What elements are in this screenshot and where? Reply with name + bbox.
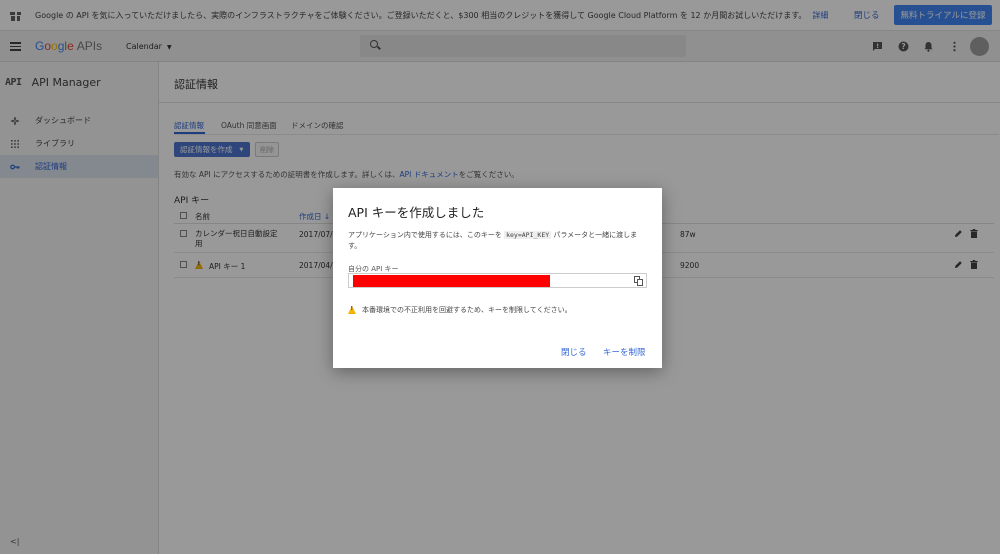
dialog-desc-code: key=API_KEY	[504, 231, 552, 239]
close-button[interactable]: 閉じる	[561, 346, 587, 358]
dialog-title: API キーを作成しました	[348, 205, 485, 220]
dialog-desc-before: アプリケーション内で使用するには、このキーを	[348, 231, 505, 239]
redacted-api-key	[353, 275, 550, 287]
api-key-created-dialog: API キーを作成しました アプリケーション内で使用するには、このキーを key…	[333, 188, 662, 368]
restrict-key-button[interactable]: キーを制限	[603, 346, 646, 358]
api-key-field[interactable]	[348, 273, 647, 288]
dialog-warning-text: 本番環境での不正利用を回避するため、キーを制限してください。	[362, 306, 572, 314]
warning-icon	[348, 306, 356, 314]
copy-icon[interactable]	[634, 276, 643, 286]
dialog-description: アプリケーション内で使用するには、このキーを key=API_KEY パラメータ…	[348, 230, 638, 252]
